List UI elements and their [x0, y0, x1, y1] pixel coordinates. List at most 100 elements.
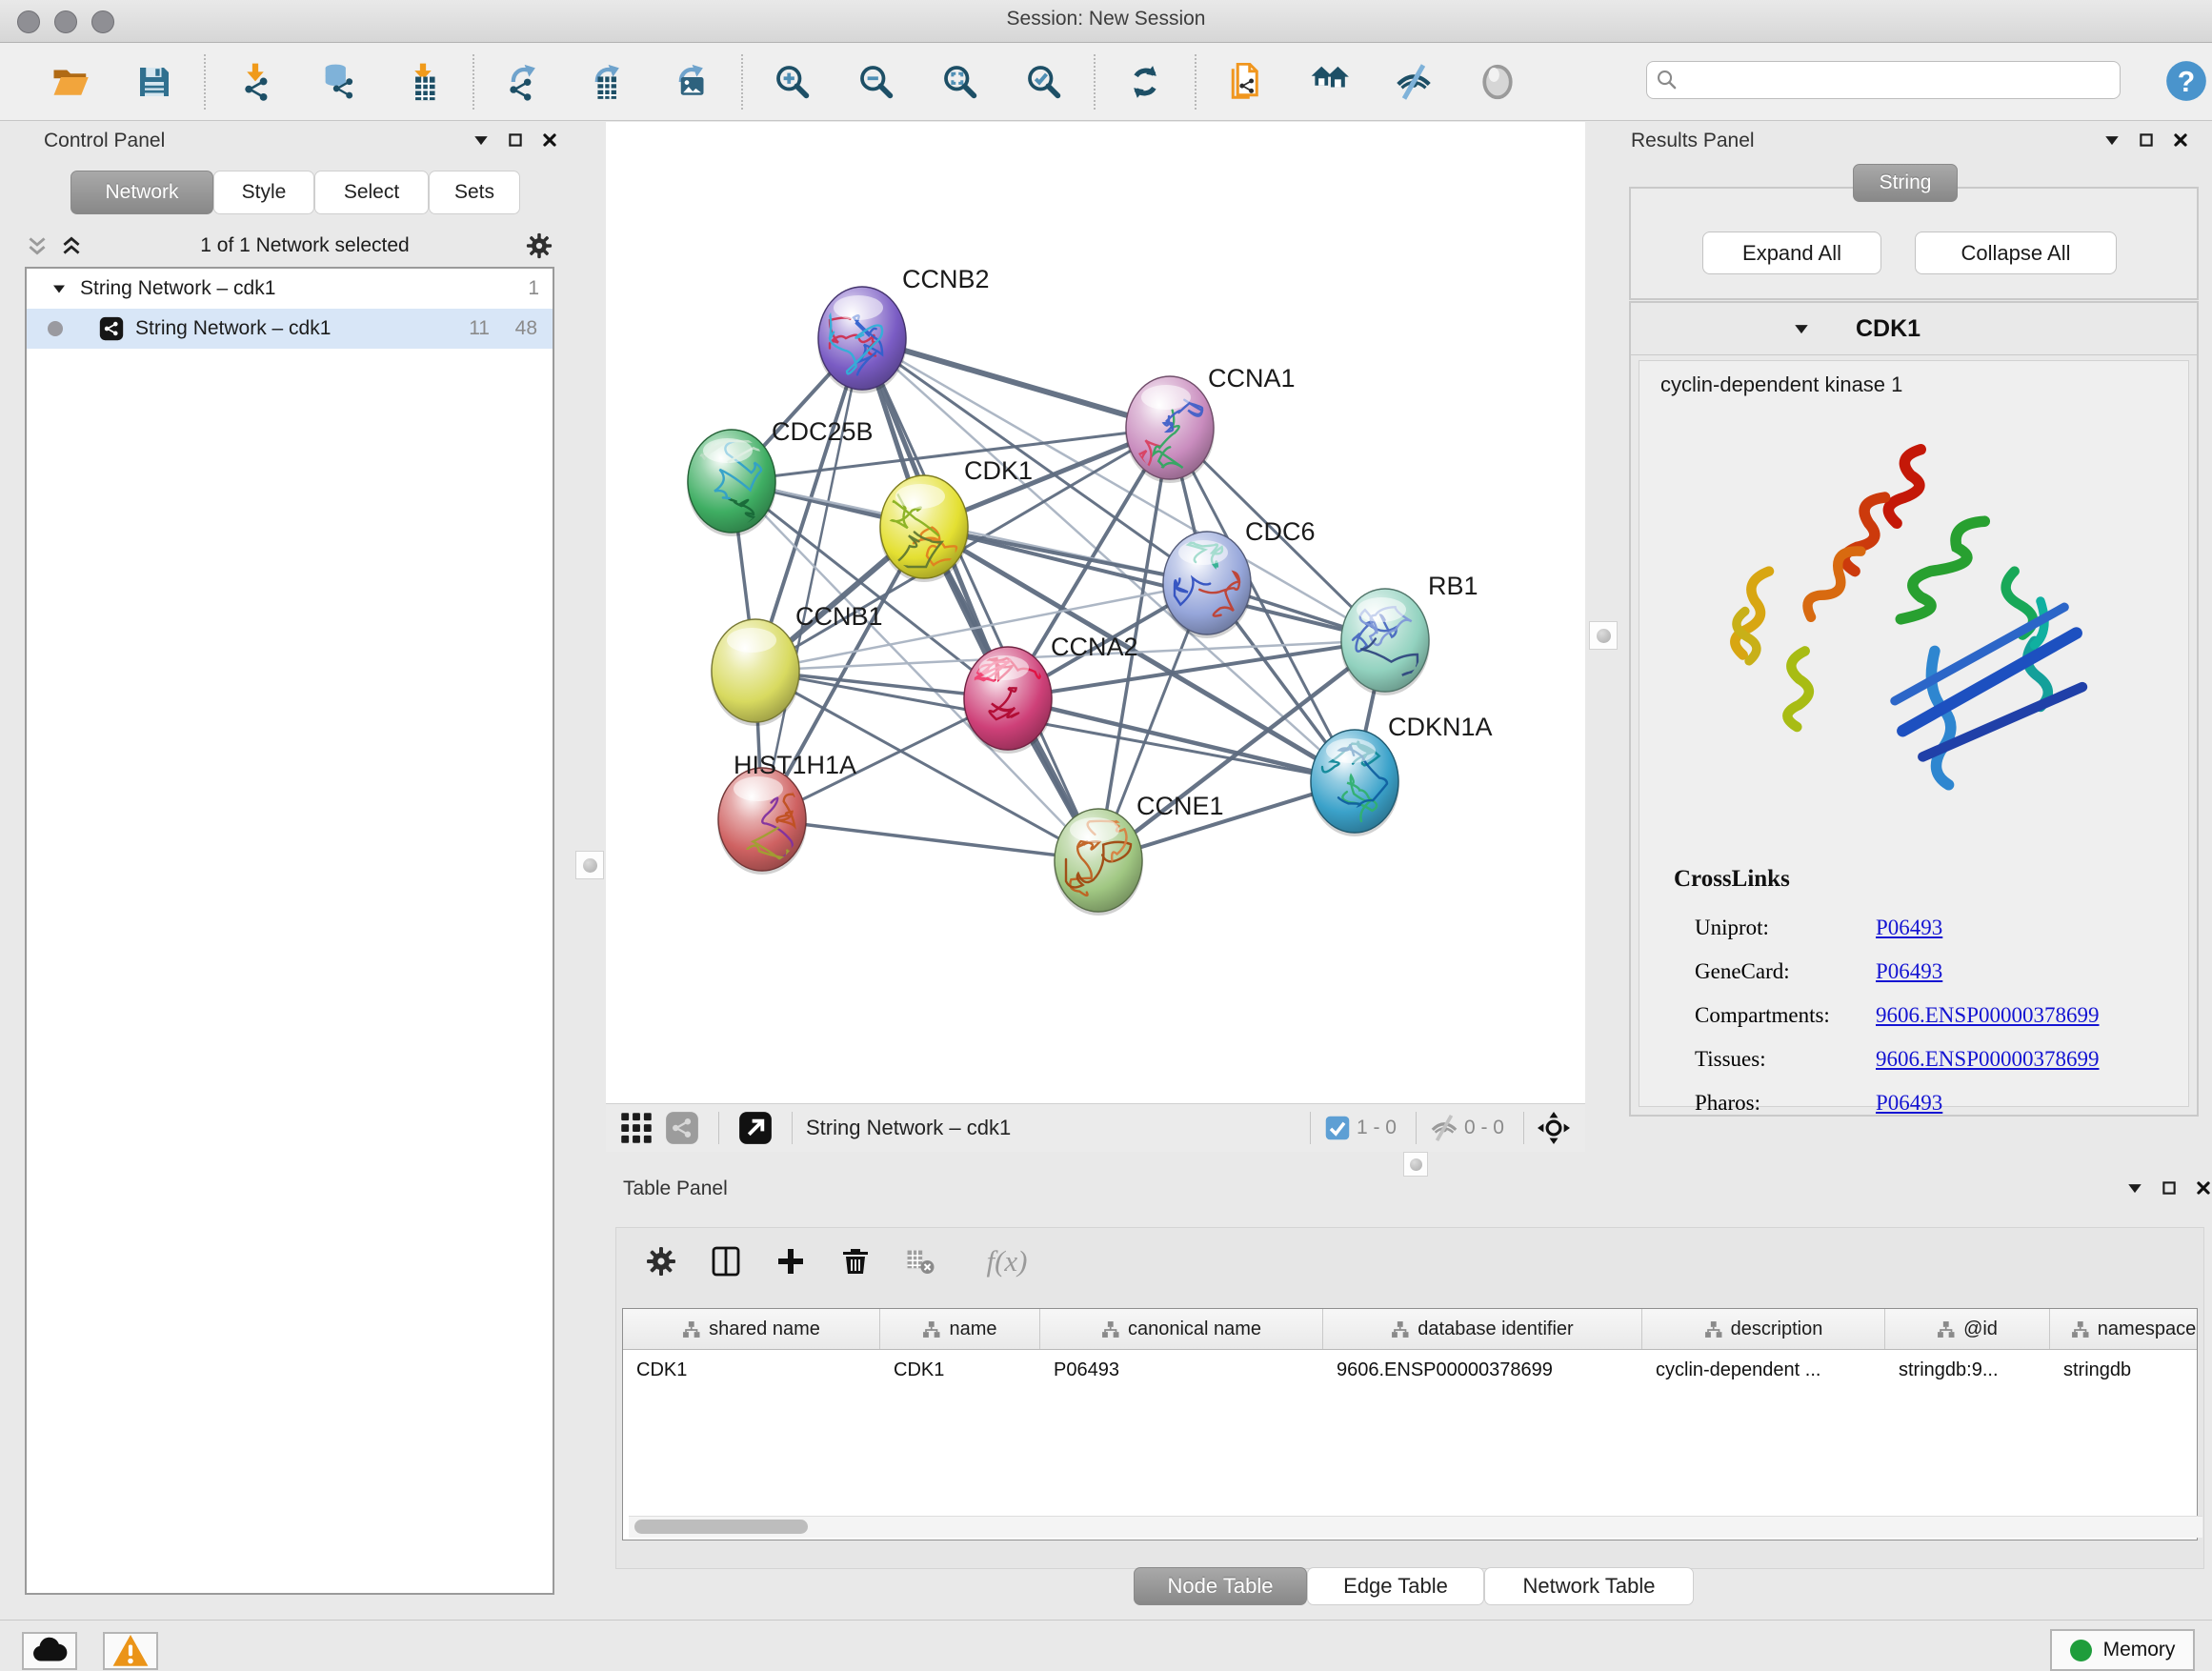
node-CCNE1[interactable] — [1054, 809, 1143, 916]
node-HIST1H1A[interactable] — [717, 768, 807, 875]
node-CCNA2[interactable] — [963, 647, 1053, 754]
string-protein-query-button[interactable] — [1224, 60, 1268, 104]
import-network-from-file-button[interactable] — [233, 60, 277, 104]
node-CDKN1A[interactable] — [1310, 730, 1399, 836]
zoom-out-button[interactable] — [855, 60, 898, 104]
expand-all-button[interactable]: Expand All — [1702, 232, 1881, 274]
gene-expander-icon[interactable] — [1793, 320, 1810, 337]
column-header-canonical-name[interactable]: canonical name — [1040, 1309, 1323, 1349]
search-input[interactable] — [1689, 64, 2112, 96]
cloud-button[interactable] — [22, 1632, 77, 1670]
node-CCNB1[interactable] — [711, 619, 800, 726]
column-header-namespace[interactable]: namespace — [2050, 1309, 2212, 1349]
edge-CCNB2-CCNA1[interactable] — [862, 338, 1170, 428]
column-header-name[interactable]: name — [880, 1309, 1040, 1349]
collapse-all-button[interactable]: Collapse All — [1915, 232, 2117, 274]
crosslink-link[interactable]: P06493 — [1876, 1091, 1942, 1116]
float-panel-icon[interactable] — [2138, 131, 2155, 149]
close-panel-icon[interactable] — [2172, 131, 2189, 149]
collection-expander-icon[interactable] — [51, 281, 67, 296]
column-header--id[interactable]: @id — [1885, 1309, 2050, 1349]
zoom-fit-button[interactable] — [938, 60, 982, 104]
help-button[interactable]: ? — [2164, 59, 2208, 103]
warnings-button[interactable] — [103, 1632, 158, 1670]
float-panel-icon[interactable] — [507, 131, 524, 149]
apply-preferred-layout-button[interactable] — [1123, 60, 1167, 104]
expand-all-networks-icon[interactable] — [59, 233, 84, 258]
node-CDC6[interactable] — [1162, 532, 1252, 638]
table-cell[interactable]: stringdb:9... — [1885, 1350, 2050, 1390]
edge-CCNB2-CCNE1[interactable] — [862, 338, 1098, 860]
tab-edge-table[interactable]: Edge Table — [1307, 1567, 1484, 1605]
detach-view-button[interactable] — [738, 1111, 773, 1145]
network-overview-button[interactable] — [1308, 60, 1352, 104]
create-column-button[interactable] — [775, 1241, 815, 1281]
delete-column-button[interactable] — [840, 1241, 880, 1281]
network-list-options-icon[interactable] — [526, 232, 553, 259]
gene-section-header[interactable]: CDK1 — [1631, 303, 2197, 355]
function-builder-button[interactable]: f(x) — [970, 1241, 1044, 1281]
horizontal-scrollbar[interactable] — [629, 1516, 2202, 1538]
open-session-button[interactable] — [49, 60, 92, 104]
import-table-from-file-button[interactable] — [401, 60, 445, 104]
birds-eye-view-icon[interactable] — [1538, 1112, 1570, 1144]
selected-items-icon[interactable] — [1324, 1115, 1351, 1141]
column-header-description[interactable]: description — [1642, 1309, 1885, 1349]
table-row[interactable]: CDK1CDK1P064939606.ENSP00000378699cyclin… — [623, 1350, 2197, 1390]
export-image-button[interactable] — [670, 60, 714, 104]
import-network-from-database-button[interactable] — [317, 60, 361, 104]
crosslink-link[interactable]: P06493 — [1876, 916, 1942, 940]
splitter-handle-left[interactable] — [575, 851, 604, 879]
tab-sets[interactable]: Sets — [429, 171, 520, 214]
zoom-selected-button[interactable] — [1022, 60, 1066, 104]
tab-string[interactable]: String — [1853, 164, 1958, 202]
scrollbar-thumb[interactable] — [634, 1520, 808, 1534]
export-network-button[interactable] — [502, 60, 546, 104]
string-settings-button[interactable] — [665, 1111, 699, 1145]
float-panel-icon[interactable] — [2161, 1179, 2178, 1197]
table-cell[interactable]: cyclin-dependent ... — [1642, 1350, 1885, 1390]
tab-select[interactable]: Select — [314, 171, 429, 214]
delete-table-button[interactable] — [905, 1241, 945, 1281]
show-columns-button[interactable] — [711, 1241, 751, 1281]
table-cell[interactable]: stringdb — [2050, 1350, 2212, 1390]
node-CDK1[interactable] — [879, 475, 969, 582]
panel-menu-icon[interactable] — [2126, 1179, 2143, 1197]
crosslink-link[interactable]: 9606.ENSP00000378699 — [1876, 1047, 2100, 1072]
edge-CDK1-RB1[interactable] — [924, 527, 1385, 640]
collapse-all-networks-icon[interactable] — [25, 233, 50, 258]
splitter-handle-right[interactable] — [1589, 621, 1618, 650]
memory-button[interactable]: Memory — [2050, 1629, 2195, 1671]
tab-network[interactable]: Network — [70, 171, 213, 214]
save-session-button[interactable] — [132, 60, 176, 104]
tab-style[interactable]: Style — [213, 171, 314, 214]
table-cell[interactable]: 9606.ENSP00000378699 — [1323, 1350, 1642, 1390]
zoom-in-button[interactable] — [771, 60, 814, 104]
tab-network-table[interactable]: Network Table — [1484, 1567, 1694, 1605]
column-header-database-identifier[interactable]: database identifier — [1323, 1309, 1642, 1349]
export-table-button[interactable] — [586, 60, 630, 104]
preview-button[interactable] — [1476, 60, 1519, 104]
tab-node-table[interactable]: Node Table — [1134, 1567, 1307, 1605]
column-header-shared-name[interactable]: shared name — [623, 1309, 880, 1349]
close-panel-icon[interactable] — [2195, 1179, 2212, 1197]
table-cell[interactable]: P06493 — [1040, 1350, 1323, 1390]
network-row[interactable]: String Network – cdk1 11 48 — [27, 309, 553, 349]
table-cell[interactable]: CDK1 — [623, 1350, 880, 1390]
node-CCNA1[interactable] — [1125, 376, 1215, 483]
table-cell[interactable]: CDK1 — [880, 1350, 1040, 1390]
hide-panels-button[interactable] — [1392, 60, 1436, 104]
edge-CCNE1-HIST1H1A[interactable] — [762, 819, 1098, 860]
network-collection-row[interactable]: String Network – cdk1 1 — [27, 269, 553, 309]
panel-menu-icon[interactable] — [473, 131, 490, 149]
show-grid-button[interactable] — [619, 1111, 654, 1145]
close-panel-icon[interactable] — [541, 131, 558, 149]
network-canvas[interactable]: CCNB2CCNA1CDC25BCDK1CDC6RB1CCNB1CCNA2CDK… — [606, 122, 1585, 1103]
crosslink-link[interactable]: 9606.ENSP00000378699 — [1876, 1003, 2100, 1028]
edge-CCNB2-HIST1H1A[interactable] — [762, 338, 862, 819]
node-CDC25B[interactable] — [687, 430, 776, 536]
table-options-button[interactable] — [646, 1241, 686, 1281]
panel-menu-icon[interactable] — [2103, 131, 2121, 149]
node-RB1[interactable] — [1340, 589, 1430, 695]
node-CCNB2[interactable] — [817, 287, 907, 393]
